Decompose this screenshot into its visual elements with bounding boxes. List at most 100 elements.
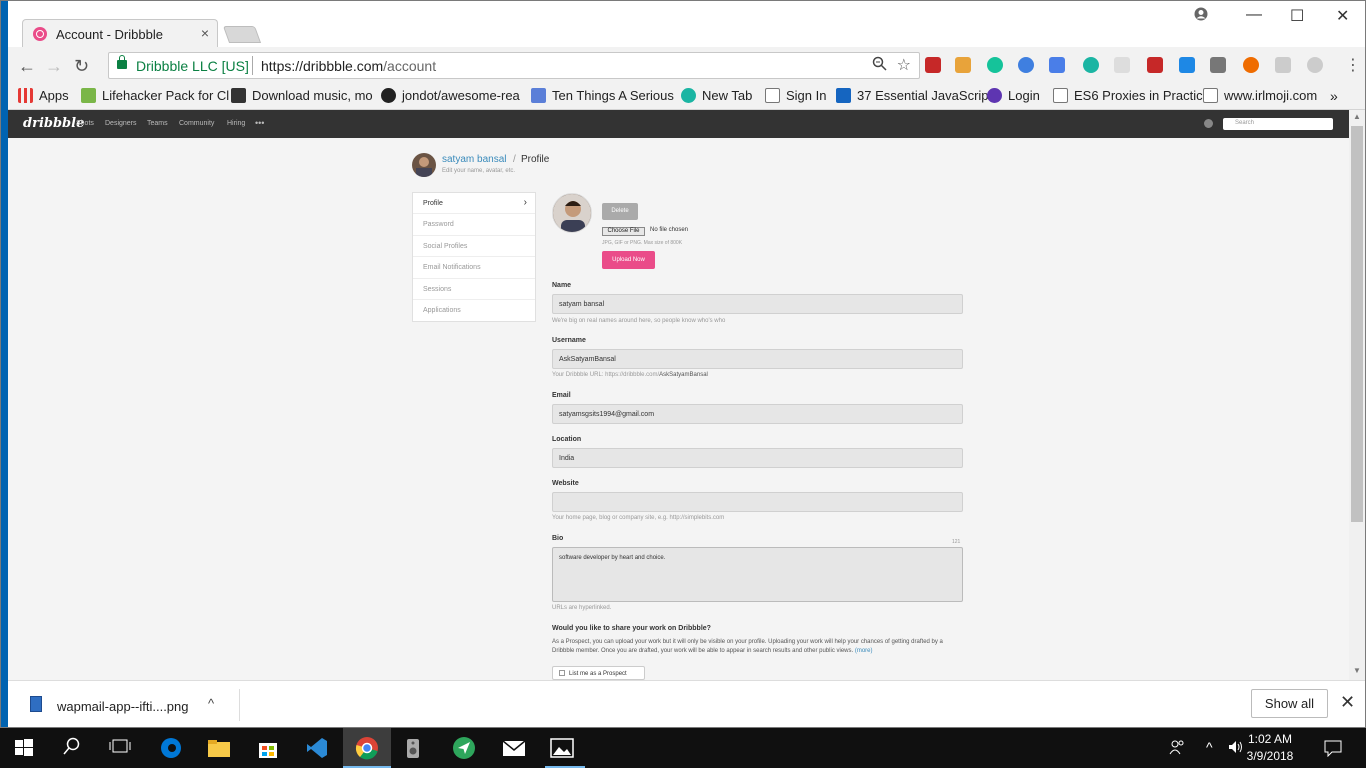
extension-icon[interactable] xyxy=(1275,57,1291,73)
store-icon[interactable] xyxy=(256,736,280,760)
profile-name-link[interactable]: satyam bansal xyxy=(442,154,506,165)
bookmark-sign-in[interactable]: Sign In xyxy=(765,88,826,103)
bookmark-ten-things[interactable]: Ten Things A Serious xyxy=(531,88,674,103)
profile-header-avatar[interactable] xyxy=(412,153,436,177)
nav-designers[interactable]: Designers xyxy=(105,120,137,127)
back-button[interactable]: ← xyxy=(18,56,36,77)
close-window-button[interactable]: ✕ xyxy=(1336,6,1349,26)
site-identity: Dribbble LLC [US] xyxy=(136,58,249,74)
bio-textarea[interactable]: software developer by heart and choice. xyxy=(552,547,963,602)
list-me-as-prospect-button[interactable]: List me as a Prospect xyxy=(552,666,645,680)
site-search-input[interactable]: Search xyxy=(1223,118,1333,130)
ublock-extension-icon[interactable] xyxy=(925,57,941,73)
delete-avatar-button[interactable]: Delete xyxy=(602,203,638,220)
chevron-up-icon[interactable]: ^ xyxy=(208,696,214,711)
user-avatar[interactable] xyxy=(1204,119,1213,128)
login-icon xyxy=(987,88,1002,103)
checkbox[interactable] xyxy=(559,670,565,676)
sync-extension-icon[interactable] xyxy=(1018,57,1034,73)
file-explorer-icon[interactable] xyxy=(207,736,231,760)
bookmark-lifehacker[interactable]: Lifehacker Pack for Cl xyxy=(81,88,229,103)
bookmark-37-essential[interactable]: 37 Essential JavaScrip xyxy=(836,88,989,103)
tab-account-dribbble[interactable]: Account - Dribbble × xyxy=(22,19,218,48)
user-profile-icon[interactable] xyxy=(1194,7,1208,21)
bookmark-extension-icon[interactable] xyxy=(1147,57,1163,73)
extension-icon[interactable] xyxy=(1114,57,1130,73)
nav-shots[interactable]: Shots xyxy=(76,120,94,127)
location-input[interactable]: India xyxy=(552,448,963,468)
bookmark-download-music[interactable]: Download music, mo xyxy=(231,88,373,103)
more-link[interactable]: (more) xyxy=(855,648,873,654)
nav-community[interactable]: Community xyxy=(179,120,214,127)
edge-icon[interactable] xyxy=(159,736,183,760)
download-filename[interactable]: wapmail-app--ifti....png xyxy=(57,699,189,714)
extension-icon[interactable] xyxy=(1210,57,1226,73)
extension-icon[interactable] xyxy=(1307,57,1323,73)
bookmark-github[interactable]: jondot/awesome-rea xyxy=(381,88,520,103)
menu-item-email-notifications[interactable]: Email Notifications xyxy=(413,257,535,279)
email-input[interactable]: satyamsgsits1994@gmail.com xyxy=(552,404,963,424)
chrome-taskbar-button[interactable] xyxy=(343,728,391,768)
search-icon[interactable] xyxy=(62,736,86,760)
website-input[interactable] xyxy=(552,492,963,512)
menu-item-password[interactable]: Password xyxy=(413,214,535,236)
show-all-button[interactable]: Show all xyxy=(1251,689,1328,718)
send-app-icon[interactable] xyxy=(452,736,476,760)
tab-close-icon[interactable]: × xyxy=(201,25,209,41)
menu-kebab-icon[interactable]: ⋮ xyxy=(1345,55,1361,75)
maximize-button[interactable]: ☐ xyxy=(1290,6,1304,26)
menu-item-applications[interactable]: Applications xyxy=(413,300,535,321)
extension-icon[interactable] xyxy=(955,57,971,73)
bookmark-apps[interactable]: Apps xyxy=(18,88,69,103)
scroll-up-icon[interactable]: ▲ xyxy=(1353,112,1361,121)
menu-item-social-profiles[interactable]: Social Profiles xyxy=(413,236,535,258)
bookmarks-overflow-icon[interactable]: » xyxy=(1330,88,1338,104)
people-icon[interactable] xyxy=(1169,739,1185,755)
name-input[interactable]: satyam bansal xyxy=(552,294,963,314)
forward-button[interactable]: → xyxy=(45,56,63,77)
bookmark-star-icon[interactable]: ☆ xyxy=(897,55,911,75)
dribbble-favicon-icon xyxy=(33,27,47,41)
bookmark-new-tab[interactable]: New Tab xyxy=(681,88,752,103)
scroll-down-icon[interactable]: ▼ xyxy=(1353,666,1361,675)
page-icon xyxy=(1053,88,1068,103)
task-view-icon[interactable] xyxy=(109,736,133,760)
bookmark-irlmoji[interactable]: www.irlmoji.com xyxy=(1203,88,1317,103)
download-separator xyxy=(239,689,240,721)
profile-avatar xyxy=(552,193,592,233)
nav-hiring[interactable]: Hiring xyxy=(227,120,245,127)
menu-item-profile[interactable]: Profile › xyxy=(413,193,535,215)
chevron-up-tray-icon[interactable]: ^ xyxy=(1206,739,1213,755)
nav-teams[interactable]: Teams xyxy=(147,120,168,127)
close-download-bar-icon[interactable]: ✕ xyxy=(1340,692,1355,713)
new-tab-button[interactable] xyxy=(222,26,262,43)
notifications-icon[interactable] xyxy=(1324,739,1342,757)
upload-now-button[interactable]: Upload Now xyxy=(602,251,655,269)
minimize-button[interactable]: — xyxy=(1246,6,1262,24)
scrollbar-thumb[interactable] xyxy=(1351,126,1363,522)
system-clock[interactable]: 1:02 AM 3/9/2018 xyxy=(1240,731,1300,765)
window-extension-icon[interactable] xyxy=(1179,57,1195,73)
translate-extension-icon[interactable] xyxy=(1049,57,1065,73)
photos-icon[interactable] xyxy=(550,736,574,760)
clock-time: 1:02 AM xyxy=(1247,732,1293,746)
username-input[interactable]: AskSatyamBansal xyxy=(552,349,963,369)
grammarly-extension-icon[interactable] xyxy=(987,57,1003,73)
mail-icon[interactable] xyxy=(502,736,526,760)
menu-item-sessions[interactable]: Sessions xyxy=(413,279,535,300)
apps-grid-icon xyxy=(18,88,33,103)
momentum-extension-icon[interactable] xyxy=(1083,57,1099,73)
zoom-icon[interactable] xyxy=(872,56,887,71)
bookmark-login[interactable]: Login xyxy=(987,88,1040,103)
address-bar[interactable]: Dribbble LLC [US] https://dribbble.com/a… xyxy=(108,52,920,79)
help-extension-icon[interactable] xyxy=(1243,57,1259,73)
account-side-menu: Profile › Password Social Profiles Email … xyxy=(412,192,536,322)
nav-more[interactable]: ••• xyxy=(255,118,264,128)
windows-start-icon[interactable] xyxy=(14,736,38,760)
vscode-icon[interactable] xyxy=(305,736,329,760)
bookmark-es6-proxies[interactable]: ES6 Proxies in Practic xyxy=(1053,88,1203,103)
page-scrollbar[interactable]: ▲ ▼ xyxy=(1349,110,1366,680)
choose-file-button[interactable]: Choose File xyxy=(602,227,645,236)
speaker-app-icon[interactable] xyxy=(401,736,425,760)
reload-button[interactable]: ↻ xyxy=(74,56,89,77)
